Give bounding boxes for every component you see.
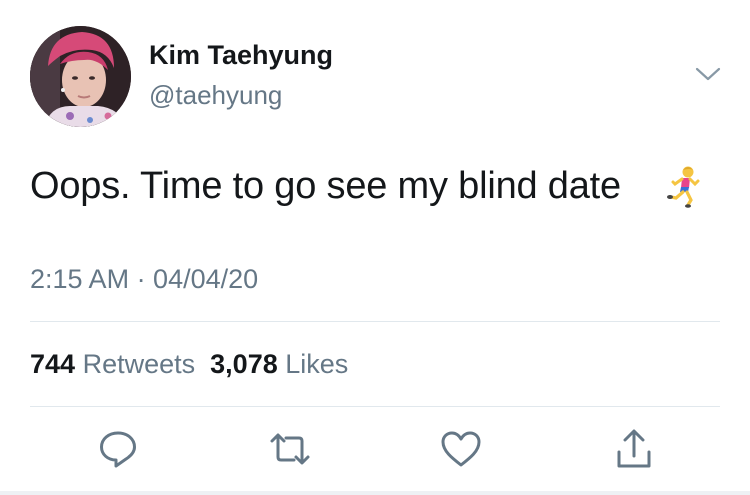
avatar[interactable] [30, 26, 131, 127]
tweet-timestamp[interactable]: 2:15 AM · 04/04/20 [30, 264, 258, 295]
bottom-separator [0, 491, 750, 495]
retweets-count: 744 [30, 349, 76, 379]
divider [30, 406, 720, 407]
man-running-emoji [662, 164, 706, 208]
like-button[interactable] [437, 425, 485, 473]
avatar-image [30, 26, 131, 127]
tweet-text: Oops. Time to go see my blind date [30, 165, 621, 207]
retweet-button[interactable] [266, 425, 314, 473]
retweet-icon [270, 433, 310, 465]
reply-button[interactable] [94, 425, 142, 473]
share-icon [617, 429, 651, 468]
likes-label: Likes [285, 349, 349, 379]
retweets-label: Retweets [82, 349, 196, 379]
likes-count: 3,078 [210, 349, 278, 379]
tweet-actions [0, 425, 750, 473]
author-handle[interactable]: @taehyung [149, 80, 282, 111]
author-display-name[interactable]: Kim Taehyung [149, 40, 333, 71]
heart-icon [441, 431, 481, 467]
reply-icon [100, 431, 136, 468]
divider [30, 321, 720, 322]
retweets-stat[interactable]: 744 Retweets [30, 349, 195, 379]
chevron-down-icon[interactable] [694, 64, 722, 84]
share-button[interactable] [610, 425, 658, 473]
tweet-stats: 744 Retweets 3,078 Likes [30, 349, 348, 380]
likes-stat[interactable]: 3,078 Likes [210, 349, 348, 379]
